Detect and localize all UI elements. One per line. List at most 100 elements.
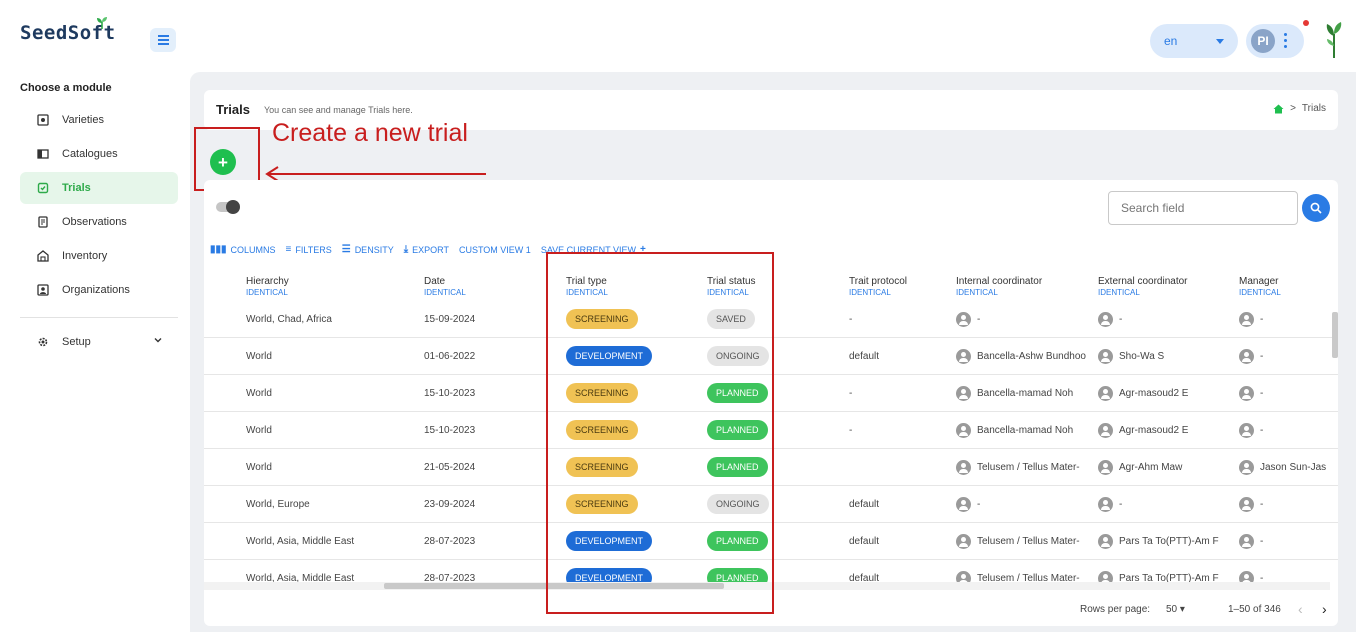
filters-button[interactable]: ≡ FILTERS [286, 244, 332, 255]
main-content: Trials You can see and manage Trials her… [190, 72, 1356, 632]
trial-type-badge: SCREENING [566, 457, 638, 477]
manager-name: - [1260, 572, 1264, 583]
sidebar-item-label: Varieties [62, 114, 104, 126]
column-header-manager[interactable]: Manager IDENTICAL [1239, 276, 1281, 298]
view-toggle[interactable] [216, 200, 240, 214]
external-coordinator-name: - [1119, 313, 1123, 325]
rows-per-page-select[interactable]: 50 ▾ [1166, 604, 1185, 615]
plus-icon: + [640, 244, 646, 255]
person-icon [956, 459, 971, 475]
column-header-trial-type[interactable]: Trial type IDENTICAL [566, 276, 608, 298]
cell-date: 15-10-2023 [424, 424, 476, 436]
cell-trial-type: SCREENING [566, 375, 696, 411]
table-row[interactable]: World 15-10-2023 SCREENING PLANNED - Ban… [204, 412, 1338, 449]
cell-manager: - [1239, 301, 1330, 337]
header-label: Trait protocol [849, 276, 907, 287]
avatar: PI [1251, 29, 1275, 53]
inventory-icon [36, 249, 50, 263]
header-sub: IDENTICAL [1098, 288, 1140, 297]
save-view-button[interactable]: SAVE CURRENT VIEW + [541, 244, 650, 255]
sidebar-divider [20, 317, 178, 318]
header-sub: IDENTICAL [956, 288, 998, 297]
internal-coordinator-name: Telusem / Tellus Mater- [977, 572, 1080, 583]
chevron-down-icon [154, 338, 162, 343]
column-header-hierarchy[interactable]: Hierarchy IDENTICAL [246, 276, 289, 298]
home-icon[interactable] [1273, 104, 1284, 114]
sidebar-item-trials[interactable]: Trials [20, 172, 178, 204]
sidebar-item-inventory[interactable]: Inventory [20, 240, 178, 272]
search-button[interactable] [1302, 194, 1330, 222]
person-icon [1239, 422, 1254, 438]
cell-trial-type: DEVELOPMENT [566, 523, 696, 559]
trial-type-badge: SCREENING [566, 309, 638, 329]
header-sub: IDENTICAL [1239, 288, 1281, 297]
rows-per-page-value: 50 [1166, 604, 1178, 615]
sprout-icon [97, 17, 107, 29]
sidebar-item-catalogues[interactable]: Catalogues [20, 138, 178, 170]
cell-internal-coordinator: Bancella-mamad Noh [956, 375, 1094, 411]
export-button[interactable]: ⤓ EXPORT [404, 244, 449, 255]
table-row[interactable]: World 21-05-2024 SCREENING PLANNED Telus… [204, 449, 1338, 486]
internal-coordinator-name: Telusem / Tellus Mater- [977, 535, 1080, 547]
column-header-internal-coordinator[interactable]: Internal coordinator IDENTICAL [956, 276, 1042, 298]
internal-coordinator-name: - [977, 313, 981, 325]
density-button[interactable]: ☰ DENSITY [342, 244, 394, 255]
trial-type-badge: DEVELOPMENT [566, 531, 653, 551]
custom-view-button[interactable]: CUSTOM VIEW 1 [459, 245, 531, 255]
person-icon [1098, 348, 1113, 364]
columns-button[interactable]: ▮▮▮ COLUMNS [210, 244, 276, 255]
cell-trial-status: PLANNED [707, 449, 837, 485]
sidebar: Choose a module Varieties Catalogues Tri… [0, 72, 190, 632]
sidebar-item-observations[interactable]: Observations [20, 206, 178, 238]
internal-coordinator-name: Bancella-Ashw Bundhoo [977, 350, 1086, 362]
search-input[interactable] [1108, 191, 1298, 225]
sidebar-item-label: Setup [62, 336, 91, 348]
sidebar-item-setup[interactable]: Setup [20, 326, 178, 358]
variety-icon [36, 113, 50, 127]
cell-trial-status: SAVED [707, 301, 837, 337]
manager-name: Jason Sun-Jas [1260, 461, 1327, 473]
internal-coordinator-name: Telusem / Tellus Mater- [977, 461, 1080, 473]
person-icon [1098, 311, 1113, 327]
sidebar-item-label: Inventory [62, 250, 108, 262]
filters-label: FILTERS [295, 244, 332, 255]
horizontal-scrollbar[interactable] [204, 582, 1330, 590]
cell-date: 23-09-2024 [424, 498, 476, 510]
observations-icon [36, 215, 50, 229]
column-header-trait-protocol[interactable]: Trait protocol IDENTICAL [849, 276, 907, 298]
scrollbar-thumb[interactable] [384, 583, 724, 589]
external-coordinator-name: Pars Ta To(PTT)-Am F [1119, 572, 1219, 583]
menu-toggle-button[interactable] [150, 28, 176, 52]
column-header-date[interactable]: Date IDENTICAL [424, 276, 466, 298]
person-icon [956, 311, 971, 327]
table-row[interactable]: World 15-10-2023 SCREENING PLANNED - Ban… [204, 375, 1338, 412]
language-select[interactable]: en [1150, 24, 1238, 58]
caret-down-icon: ▾ [1179, 604, 1185, 615]
external-coordinator-name: Agr-Ahm Maw [1119, 461, 1183, 473]
cell-manager: - [1239, 523, 1330, 559]
column-header-external-coordinator[interactable]: External coordinator IDENTICAL [1098, 276, 1188, 298]
manager-name: - [1260, 313, 1264, 325]
status-badge: PLANNED [707, 420, 768, 440]
person-icon [1239, 533, 1254, 549]
cell-trial-type: SCREENING [566, 301, 696, 337]
column-header-trial-status[interactable]: Trial status IDENTICAL [707, 276, 756, 298]
user-menu[interactable]: PI [1246, 24, 1304, 58]
cell-date: 21-05-2024 [424, 461, 476, 473]
seedsoft-logo[interactable]: SeedSoft [20, 17, 116, 44]
table-row[interactable]: World, Asia, Middle East 28-07-2023 DEVE… [204, 523, 1338, 560]
cell-hierarchy: World, Asia, Middle East [246, 572, 355, 583]
header-label: Date [424, 276, 446, 287]
previous-page-icon[interactable]: ‹ [1298, 601, 1303, 617]
sidebar-item-varieties[interactable]: Varieties [20, 104, 178, 136]
table-row[interactable]: World, Asia, Middle East 28-07-2023 DEVE… [204, 560, 1338, 582]
sidebar-item-organizations[interactable]: Organizations [20, 274, 178, 306]
next-page-icon[interactable]: › [1322, 601, 1327, 617]
caret-down-icon [1216, 39, 1224, 44]
scrollbar-thumb[interactable] [1332, 312, 1338, 358]
table-row[interactable]: World 01-06-2022 DEVELOPMENT ONGOING def… [204, 338, 1338, 375]
table-row[interactable]: World, Chad, Africa 15-09-2024 SCREENING… [204, 301, 1338, 338]
top-bar: SeedSoft en PI [0, 0, 1356, 72]
vertical-scrollbar[interactable] [1330, 300, 1338, 582]
table-row[interactable]: World, Europe 23-09-2024 SCREENING ONGOI… [204, 486, 1338, 523]
